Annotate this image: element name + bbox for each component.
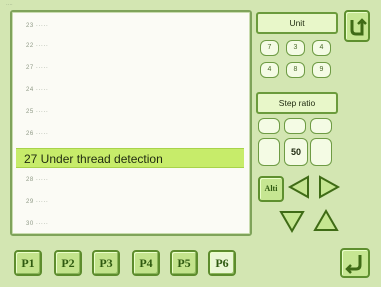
page-button-p3[interactable]: P3 [92, 250, 120, 276]
digit-key[interactable]: 8 [286, 62, 305, 78]
list-item[interactable]: 29 ····· [16, 192, 244, 212]
up-arrow-icon[interactable] [312, 208, 340, 234]
digit-key[interactable]: 4 [312, 40, 331, 56]
down-arrow-icon[interactable] [278, 208, 306, 234]
right-arrow-icon[interactable] [316, 174, 342, 200]
page-button-p4[interactable]: P4 [132, 250, 160, 276]
digit-key[interactable]: 3 [286, 40, 305, 56]
page-button-p2[interactable]: P2 [54, 250, 82, 276]
page-button-p6[interactable]: P6 [208, 250, 236, 276]
back-icon [350, 18, 367, 36]
step-ratio-label: Step ratio [256, 92, 338, 114]
list-item[interactable]: 24 ····· [16, 80, 244, 100]
alt-button[interactable]: Alti [258, 176, 284, 202]
confirm-button[interactable] [340, 248, 370, 278]
list-item[interactable]: 26 ····· [16, 124, 244, 144]
step-key-large[interactable] [258, 138, 280, 166]
digit-key[interactable]: 4 [260, 62, 279, 78]
digit-key[interactable]: 7 [260, 40, 279, 56]
page-button-p1[interactable]: P1 [14, 250, 42, 276]
sewing-panel-screen: ···· 23 ····· 22 ····· 27 ····· 24 ·····… [0, 0, 381, 287]
left-arrow-icon[interactable] [286, 174, 312, 200]
back-button[interactable] [344, 10, 370, 42]
list-item[interactable]: 23 ····· [16, 16, 244, 36]
step-key[interactable] [284, 118, 306, 134]
list-item[interactable]: 28 ····· [16, 170, 244, 190]
top-tag: ···· [6, 2, 13, 8]
confirm-icon [345, 255, 362, 274]
step-key[interactable] [258, 118, 280, 134]
list-item[interactable]: 30 ····· [16, 214, 244, 234]
unit-label: Unit [256, 12, 338, 34]
step-value[interactable]: 50 [284, 138, 308, 166]
parameter-list: 23 ····· 22 ····· 27 ····· 24 ····· 25 ·… [10, 10, 252, 236]
step-key-large[interactable] [310, 138, 332, 166]
digit-key[interactable]: 9 [312, 62, 331, 78]
list-item-selected[interactable]: 27 Under thread detection [16, 148, 244, 168]
page-button-p5[interactable]: P5 [170, 250, 198, 276]
list-item[interactable]: 25 ····· [16, 102, 244, 122]
list-item[interactable]: 27 ····· [16, 58, 244, 78]
step-key[interactable] [310, 118, 332, 134]
list-item[interactable]: 22 ····· [16, 36, 244, 56]
